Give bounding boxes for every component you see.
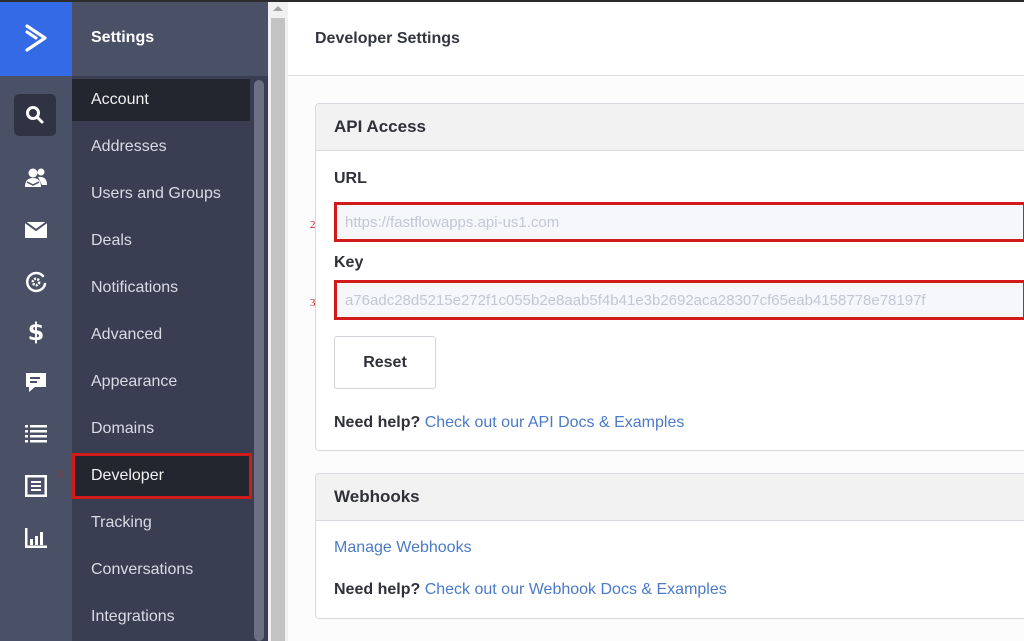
rail-lists-button[interactable] [0, 414, 72, 454]
activecampaign-chevron-logo-icon [25, 24, 47, 52]
annotation-marker-2: 2 [310, 219, 316, 231]
nav-item-notifications[interactable]: Notifications [72, 267, 250, 309]
api-help-text: Need help? Check out our API Docs & Exam… [334, 414, 684, 432]
api-access-card: API Access URL https://fastflowapps.api-… [315, 103, 1024, 451]
reset-button[interactable]: Reset [334, 336, 436, 389]
app-logo[interactable] [0, 0, 72, 76]
chat-icon [26, 372, 46, 392]
nav-item-account[interactable]: Account [72, 79, 250, 121]
app-icon-rail: $ [0, 0, 72, 641]
dollar-icon: $ [27, 318, 45, 346]
search-icon [26, 106, 44, 124]
api-help-prefix: Need help? [334, 414, 421, 431]
manage-webhooks-link[interactable]: Manage Webhooks [334, 539, 472, 556]
nav-item-conversations[interactable]: Conversations [72, 549, 250, 591]
rail-campaigns-button[interactable] [0, 210, 72, 250]
api-key-field[interactable]: a76adc28d5215e272f1c055b2e8aab5f4b41e3b2… [334, 280, 1024, 320]
webhooks-card: Webhooks Manage Webhooks Need help? Chec… [315, 473, 1024, 619]
nav-item-deals[interactable]: Deals [72, 220, 250, 262]
webhook-help-text: Need help? Check out our Webhook Docs & … [334, 581, 727, 599]
list-icon [25, 425, 47, 443]
form-icon [25, 475, 47, 497]
automations-gear-icon [25, 271, 47, 293]
bar-chart-icon [25, 528, 47, 548]
rail-conversations-button[interactable] [0, 362, 72, 402]
rail-deals-button[interactable]: $ [0, 312, 72, 352]
nav-item-advanced[interactable]: Advanced [72, 314, 250, 356]
rail-search-button[interactable] [14, 94, 56, 136]
nav-scrollbar[interactable] [254, 80, 264, 641]
nav-item-addresses[interactable]: Addresses [72, 126, 250, 168]
window-top-border [0, 0, 1024, 2]
contacts-icon [25, 168, 47, 187]
settings-nav: Settings Account Addresses Users and Gro… [72, 0, 268, 641]
nav-item-integrations[interactable]: Integrations [72, 596, 250, 638]
nav-item-tracking[interactable]: Tracking [72, 502, 250, 544]
scroll-up-arrow-icon[interactable] [273, 6, 283, 11]
api-url-field[interactable]: https://fastflowapps.api-us1.com [334, 202, 1024, 242]
webhook-help-prefix: Need help? [334, 581, 421, 598]
annotation-marker-1: 1 [57, 468, 63, 480]
nav-item-developer[interactable]: Developer [72, 453, 252, 499]
api-docs-link[interactable]: Check out our API Docs & Examples [425, 414, 685, 431]
page-scrollbar-thumb[interactable] [271, 18, 285, 641]
manage-webhooks-link-row: Manage Webhooks [334, 539, 472, 557]
url-label: URL [334, 170, 367, 187]
nav-item-domains[interactable]: Domains [72, 408, 250, 450]
webhooks-heading: Webhooks [316, 474, 1024, 521]
page-title: Developer Settings [288, 2, 1024, 76]
page-scrollbar[interactable] [268, 0, 288, 641]
api-access-heading: API Access [316, 104, 1024, 151]
nav-item-users-and-groups[interactable]: Users and Groups [72, 173, 250, 215]
annotation-marker-3: 3 [310, 297, 316, 309]
rail-reports-button[interactable] [0, 518, 72, 558]
main-content: Developer Settings API Access URL https:… [288, 2, 1024, 641]
mail-icon [25, 222, 47, 238]
rail-contacts-button[interactable] [0, 158, 72, 198]
nav-item-appearance[interactable]: Appearance [72, 361, 250, 403]
settings-nav-title: Settings [72, 0, 268, 76]
webhook-docs-link[interactable]: Check out our Webhook Docs & Examples [425, 581, 727, 598]
key-label: Key [334, 254, 364, 271]
rail-automations-button[interactable] [0, 262, 72, 302]
